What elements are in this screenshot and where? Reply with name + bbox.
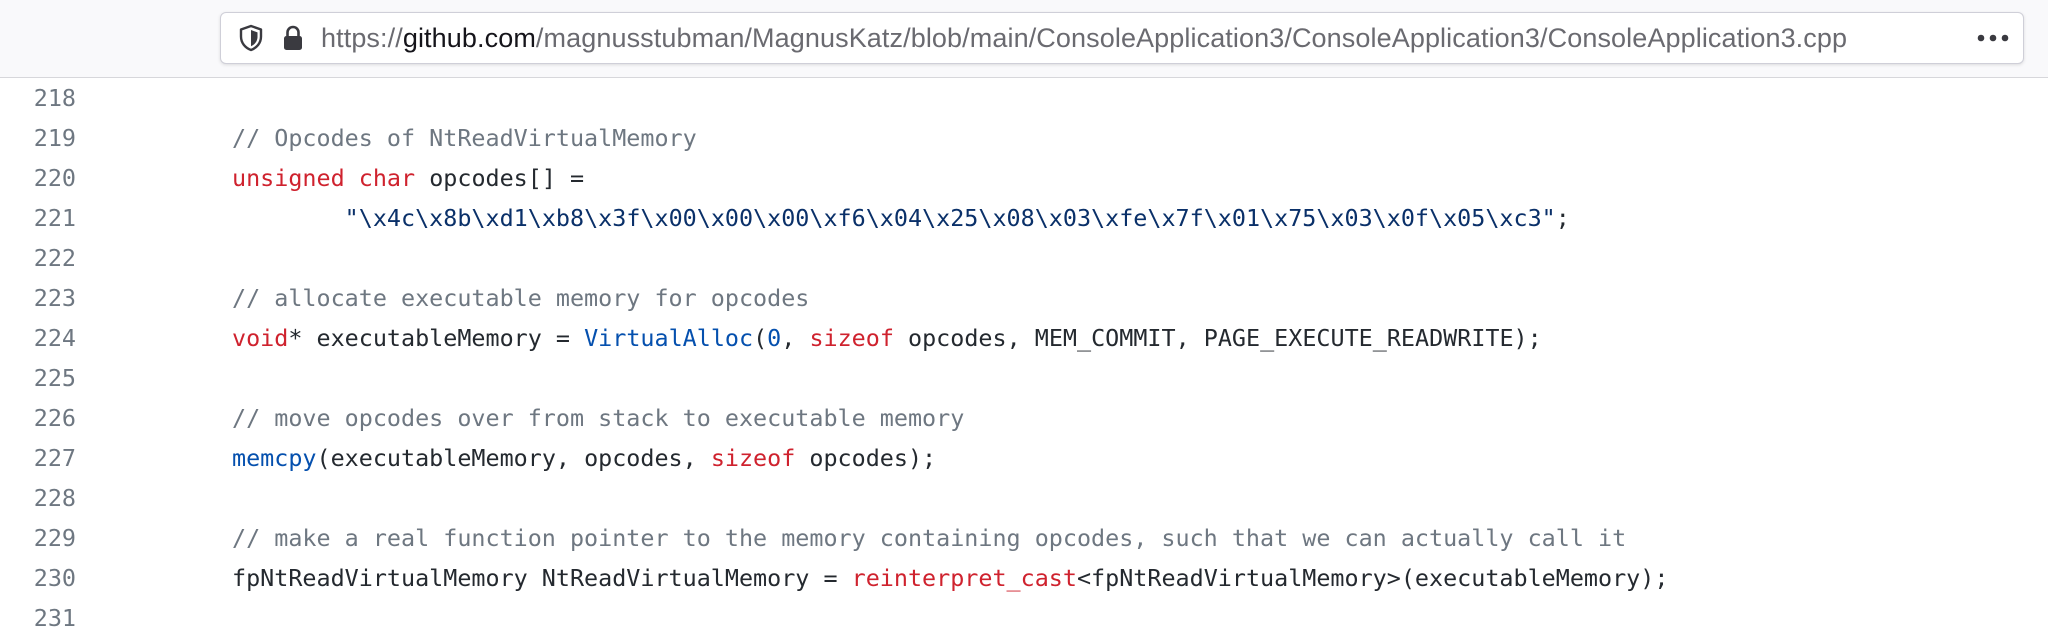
code-line: 224 void* executableMemory = VirtualAlloc… — [0, 318, 2048, 358]
line-number[interactable]: 220 — [0, 158, 76, 198]
line-number[interactable]: 221 — [0, 198, 76, 238]
tracking-protection-shield-icon[interactable] — [227, 13, 275, 63]
code-line: 225 — [0, 358, 2048, 398]
code-view: 218 219// Opcodes of NtReadVirtualMemory 2… — [0, 78, 2048, 632]
code-line: 222 — [0, 238, 2048, 278]
line-code: // allocate executable memory for opcode… — [232, 278, 809, 318]
code-token-func: VirtualAlloc — [584, 324, 754, 352]
code-line: 227 memcpy(executableMemory, opcodes, siz… — [0, 438, 2048, 478]
code-token-plain: opcodes, MEM_COMMIT, PAGE_EXECUTE_READWR… — [893, 324, 1542, 352]
line-code: // Opcodes of NtReadVirtualMemory — [232, 118, 697, 158]
line-number[interactable]: 219 — [0, 118, 76, 158]
line-number[interactable]: 222 — [0, 238, 76, 278]
code-token-comment: // Opcodes of NtReadVirtualMemory — [232, 124, 697, 152]
url-text[interactable]: https://github.com/magnusstubman/MagnusK… — [321, 23, 1963, 54]
code-token-keyword: sizeof — [809, 324, 894, 352]
line-code: "\x4c\x8b\xd1\xb8\x3f\x00\x00\x00\xf6\x0… — [232, 198, 1570, 238]
code-token-plain: , — [781, 324, 810, 352]
line-code: unsigned char opcodes[] = — [232, 158, 584, 198]
code-token-string: "\x4c\x8b\xd1\xb8\x3f\x00\x00\x00\xf6\x0… — [344, 204, 1556, 232]
url-prefix: https:// — [321, 22, 403, 53]
line-code: memcpy(executableMemory, opcodes, sizeof… — [232, 438, 936, 478]
line-number[interactable]: 223 — [0, 278, 76, 318]
line-code: // make a real function pointer to the m… — [232, 518, 1626, 558]
code-token-keyword: char — [358, 164, 416, 192]
line-number[interactable]: 226 — [0, 398, 76, 438]
code-line: 221 "\x4c\x8b\xd1\xb8\x3f\x00\x00\x00\xf… — [0, 198, 2048, 238]
code-token-keyword: reinterpret_cast — [851, 564, 1077, 592]
line-number[interactable]: 227 — [0, 438, 76, 478]
line-number[interactable]: 218 — [0, 78, 76, 118]
line-number[interactable]: 231 — [0, 598, 76, 638]
code-line: 220 unsigned char opcodes[] = — [0, 158, 2048, 198]
url-host: github.com — [402, 22, 536, 53]
line-number[interactable]: 230 — [0, 558, 76, 598]
code-token-plain: (executableMemory, opcodes, — [316, 444, 711, 472]
code-token-plain: ( — [753, 324, 768, 352]
code-line: 223 // allocate executable memory for opc… — [0, 278, 2048, 318]
code-line: 218 — [0, 78, 2048, 118]
line-number[interactable]: 225 — [0, 358, 76, 398]
code-line: 226 // move opcodes over from stack to ex… — [0, 398, 2048, 438]
line-code: void* executableMemory = VirtualAlloc(0,… — [232, 318, 1542, 358]
code-token-keyword: unsigned — [232, 164, 345, 192]
line-number[interactable]: 228 — [0, 478, 76, 518]
code-token-number: 0 — [767, 324, 782, 352]
url-path: /magnusstubman/MagnusKatz/blob/main/Cons… — [535, 22, 1848, 53]
code-token-keyword: sizeof — [710, 444, 796, 472]
line-number[interactable]: 229 — [0, 518, 76, 558]
code-token-plain: <fpNtReadVirtualMemory>(executableMemory… — [1076, 564, 1669, 592]
code-line: 229 // make a real function pointer to th… — [0, 518, 2048, 558]
line-number[interactable]: 224 — [0, 318, 76, 358]
more-horizontal-icon[interactable] — [1963, 13, 2023, 63]
code-token-comment: // allocate executable memory for opcode… — [232, 284, 810, 312]
url-bar[interactable]: https://github.com/magnusstubman/MagnusK… — [220, 12, 2024, 64]
lock-icon[interactable] — [275, 13, 311, 63]
code-token-plain: opcodes[] = — [415, 164, 585, 192]
code-token-comment: // move opcodes over from stack to execu… — [232, 404, 965, 432]
code-token-comment: // make a real function pointer to the m… — [232, 524, 1627, 552]
browser-toolbar: https://github.com/magnusstubman/MagnusK… — [0, 0, 2048, 78]
code-line: 219 // Opcodes of NtReadVirtualMemory — [0, 118, 2048, 158]
code-token-plain: * executableMemory = — [288, 324, 585, 352]
code-token-func: memcpy — [232, 444, 317, 472]
code-token-keyword: void — [232, 324, 289, 352]
code-line: 228 — [0, 478, 2048, 518]
code-token-plain: ; — [1555, 204, 1570, 232]
code-token-plain: fpNtReadVirtualMemory NtReadVirtualMemor… — [232, 564, 852, 592]
line-code: fpNtReadVirtualMemory NtReadVirtualMemor… — [232, 558, 1668, 598]
code-token-plain: opcodes); — [795, 444, 937, 472]
code-line: 230 fpNtReadVirtualMemory NtReadVirtualMe… — [0, 558, 2048, 598]
code-line: 231 — [0, 598, 2048, 638]
line-code: // move opcodes over from stack to execu… — [232, 398, 964, 438]
